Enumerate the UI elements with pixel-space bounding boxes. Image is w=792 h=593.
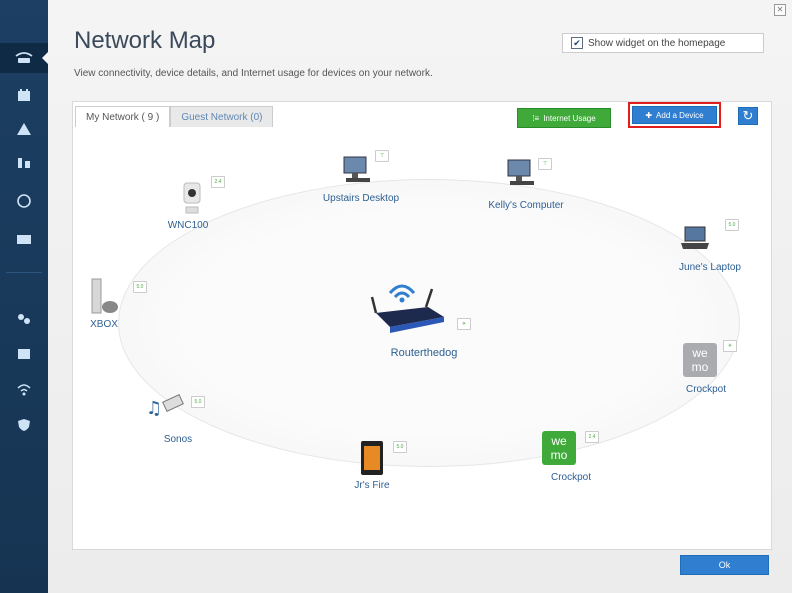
wnc100-signal-icon: 2.4 [211, 176, 225, 188]
internet-usage-button[interactable]: ⁞≡ Internet Usage [517, 108, 611, 128]
upstairs-desktop-wired-icon: ⊤ [375, 150, 389, 162]
device-label-upstairs-desktop[interactable]: Upstairs Desktop [323, 193, 399, 204]
network-tabs: My Network ( 9 ) Guest Network (0) [75, 106, 274, 127]
crockpot-bottom-device[interactable]: we mo [542, 431, 576, 465]
tab-guest-network[interactable]: Guest Network (0) [170, 106, 274, 127]
tab-my-network[interactable]: My Network ( 9 ) [75, 106, 171, 127]
ok-button[interactable]: Ok [680, 555, 769, 575]
usage-chart-icon: ⁞≡ [532, 113, 540, 123]
close-icon[interactable]: ✕ [774, 4, 786, 16]
junes-laptop-signal-icon: 5.0 [725, 219, 739, 231]
sonos-signal-icon: 5.0 [191, 396, 205, 408]
device-label-crockpot-bottom[interactable]: Crockpot [551, 472, 591, 483]
device-label-wnc100[interactable]: WNC100 [168, 220, 209, 231]
xbox-icon [91, 278, 118, 314]
warning-icon[interactable] [0, 114, 48, 144]
device-label-junes-laptop[interactable]: June's Laptop [679, 262, 741, 273]
device-label-jrs-fire[interactable]: Jr's Fire [354, 480, 389, 491]
camera-icon [183, 182, 201, 214]
router-label[interactable]: Routerthedog [391, 347, 458, 359]
wemo-icon: we mo [683, 343, 717, 377]
page-title: Network Map [74, 27, 216, 54]
wemo-icon: we mo [542, 431, 576, 465]
wireless-icon[interactable] [0, 374, 48, 404]
speed-test-icon[interactable] [0, 186, 48, 216]
security-shield-icon[interactable] [0, 410, 48, 440]
junes-laptop-device[interactable] [681, 225, 711, 256]
show-widget-label: Show widget on the homepage [588, 37, 726, 49]
footer-bar [72, 548, 770, 588]
jrs-fire-device[interactable] [360, 440, 384, 481]
desktop-icon [343, 156, 370, 182]
device-label-sonos[interactable]: Sonos [164, 434, 192, 445]
tablet-icon [361, 441, 383, 475]
laptop-icon [681, 226, 709, 249]
jrs-fire-signal-icon: 5.0 [393, 441, 407, 453]
show-widget-option[interactable]: ✔ Show widget on the homepage [562, 33, 764, 53]
router-device[interactable] [370, 277, 450, 337]
plus-icon: ✚ [645, 110, 653, 120]
kellys-computer-device[interactable] [506, 158, 536, 193]
page-subtitle: View connectivity, device details, and I… [74, 68, 433, 79]
main-area: ✕ Network Map View connectivity, device … [48, 0, 792, 593]
network-map-icon[interactable] [0, 43, 48, 73]
xbox-signal-icon: 5.0 [133, 281, 147, 293]
troubleshooting-icon[interactable] [0, 338, 48, 368]
svg-text:♫: ♫ [146, 398, 162, 419]
sonos-speaker-icon: ♫ [146, 394, 184, 419]
show-widget-checkbox[interactable]: ✔ [571, 37, 583, 49]
sidebar [0, 0, 48, 593]
calendar-icon[interactable] [0, 80, 48, 110]
wnc100-device[interactable] [181, 181, 203, 220]
sidebar-divider [6, 272, 42, 273]
router-wireless-badge: ✈ [457, 318, 471, 330]
sonos-device[interactable]: ♫ [146, 392, 186, 425]
refresh-button[interactable]: ↻ [738, 107, 758, 125]
crockpot-bottom-signal-icon: 2.4 [585, 431, 599, 443]
refresh-icon: ↻ [742, 108, 754, 123]
device-label-crockpot-right[interactable]: Crockpot [686, 384, 726, 395]
device-label-xbox[interactable]: XBOX [90, 319, 118, 330]
parental-controls-icon[interactable] [0, 148, 48, 178]
device-label-kellys-computer[interactable]: Kelly's Computer [488, 200, 563, 211]
storage-icon[interactable] [0, 224, 48, 254]
crockpot-right-device[interactable]: we mo [683, 343, 717, 377]
router-icon [370, 284, 444, 333]
connectivity-icon[interactable] [0, 304, 48, 334]
upstairs-desktop-device[interactable] [342, 155, 372, 190]
add-device-label: Add a Device [656, 110, 704, 120]
crockpot-right-signal-icon: ✳ [723, 340, 737, 352]
xbox-device[interactable] [90, 277, 120, 322]
kellys-computer-wired-icon: ⊤ [538, 158, 552, 170]
add-device-button[interactable]: ✚ Add a Device [632, 106, 717, 124]
internet-usage-label: Internet Usage [543, 113, 596, 123]
desktop-icon [507, 159, 534, 185]
